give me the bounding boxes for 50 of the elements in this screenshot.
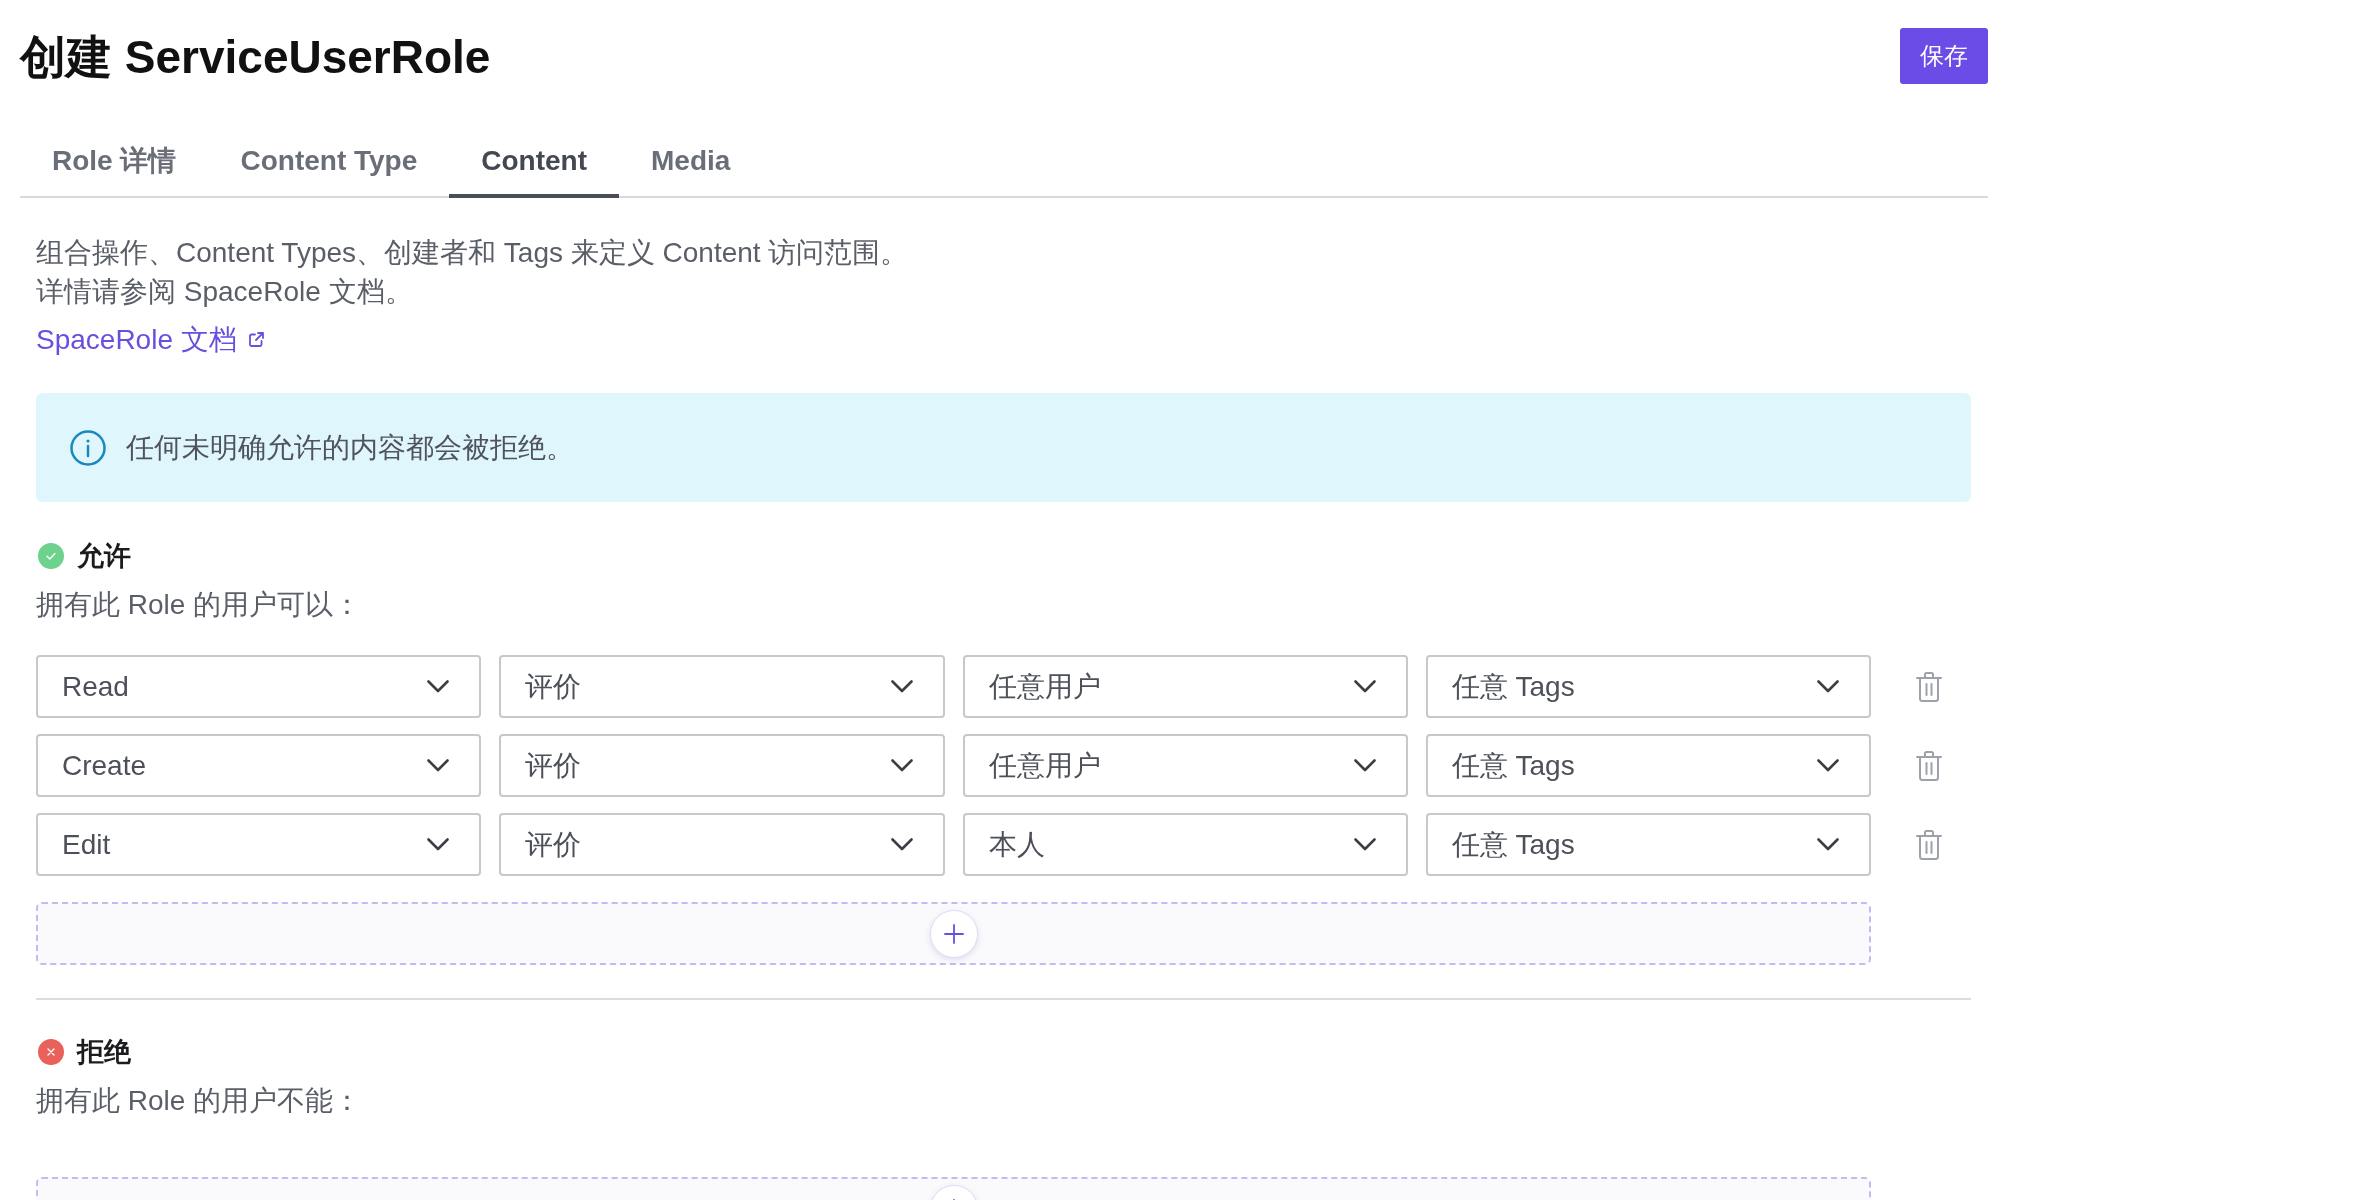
delete-button[interactable] — [1915, 749, 1943, 782]
delete-button[interactable] — [1915, 670, 1943, 703]
creator-select[interactable]: 任意用户 — [962, 655, 1408, 718]
tags-select[interactable]: 任意 Tags — [1425, 655, 1871, 718]
x-circle-icon — [38, 1039, 64, 1065]
tags-select[interactable]: 任意 Tags — [1425, 813, 1871, 876]
check-circle-icon — [38, 543, 64, 569]
chevron-down-icon — [1353, 680, 1376, 693]
chevron-down-icon — [890, 759, 913, 772]
action-select[interactable]: Edit — [36, 813, 482, 876]
content-type-select[interactable]: 评价 — [499, 734, 945, 797]
chevron-down-icon — [427, 838, 450, 851]
tags-select[interactable]: 任意 Tags — [1425, 734, 1871, 797]
action-select[interactable]: Create — [36, 734, 482, 797]
chevron-down-icon — [1817, 759, 1839, 772]
plus-icon — [943, 923, 964, 944]
tab[interactable]: Content Type — [208, 125, 450, 198]
chevron-down-icon — [1353, 759, 1376, 772]
action-select[interactable]: Read — [36, 655, 482, 718]
section-title: 允许 — [77, 540, 131, 573]
section-subtitle: 拥有此 Role 的用户不能： — [36, 1084, 363, 1118]
chevron-down-icon — [1353, 838, 1376, 851]
info-icon — [70, 429, 106, 466]
chevron-down-icon — [890, 838, 913, 851]
add-rule-button[interactable] — [929, 909, 978, 958]
section-title: 拒绝 — [77, 1036, 131, 1069]
tab[interactable]: Content — [449, 125, 620, 198]
content-type-select[interactable]: 评价 — [499, 655, 945, 718]
delete-button[interactable] — [1915, 828, 1943, 861]
trash-icon — [1916, 829, 1942, 860]
documentation-link[interactable]: SpaceRole 文档 — [36, 320, 264, 359]
page-title: 创建 ServiceUserRole — [20, 30, 491, 85]
chevron-down-icon — [890, 680, 913, 693]
content-type-select[interactable]: 评价 — [499, 813, 945, 876]
creator-select[interactable]: 任意用户 — [962, 734, 1408, 797]
tab[interactable]: Role 详情 — [20, 125, 209, 198]
trash-icon — [1916, 671, 1942, 702]
chevron-down-icon — [427, 680, 450, 693]
info-text: 任何未明确允许的内容都会被拒绝。 — [126, 430, 574, 465]
chevron-down-icon — [427, 759, 450, 772]
description-text: 详情请参阅 SpaceRole 文档。 — [36, 275, 414, 309]
section-subtitle: 拥有此 Role 的用户可以： — [36, 588, 363, 622]
chevron-down-icon — [1817, 838, 1839, 851]
external-link-icon — [248, 332, 264, 347]
creator-select[interactable]: 本人 — [962, 813, 1408, 876]
tab[interactable]: Media — [619, 125, 763, 198]
chevron-down-icon — [1817, 680, 1839, 693]
save-button[interactable]: 保存 — [1900, 28, 1988, 84]
trash-icon — [1916, 750, 1942, 781]
description-text: 组合操作、Content Types、创建者和 Tags 来定义 Content 访问范围。 — [36, 236, 910, 270]
